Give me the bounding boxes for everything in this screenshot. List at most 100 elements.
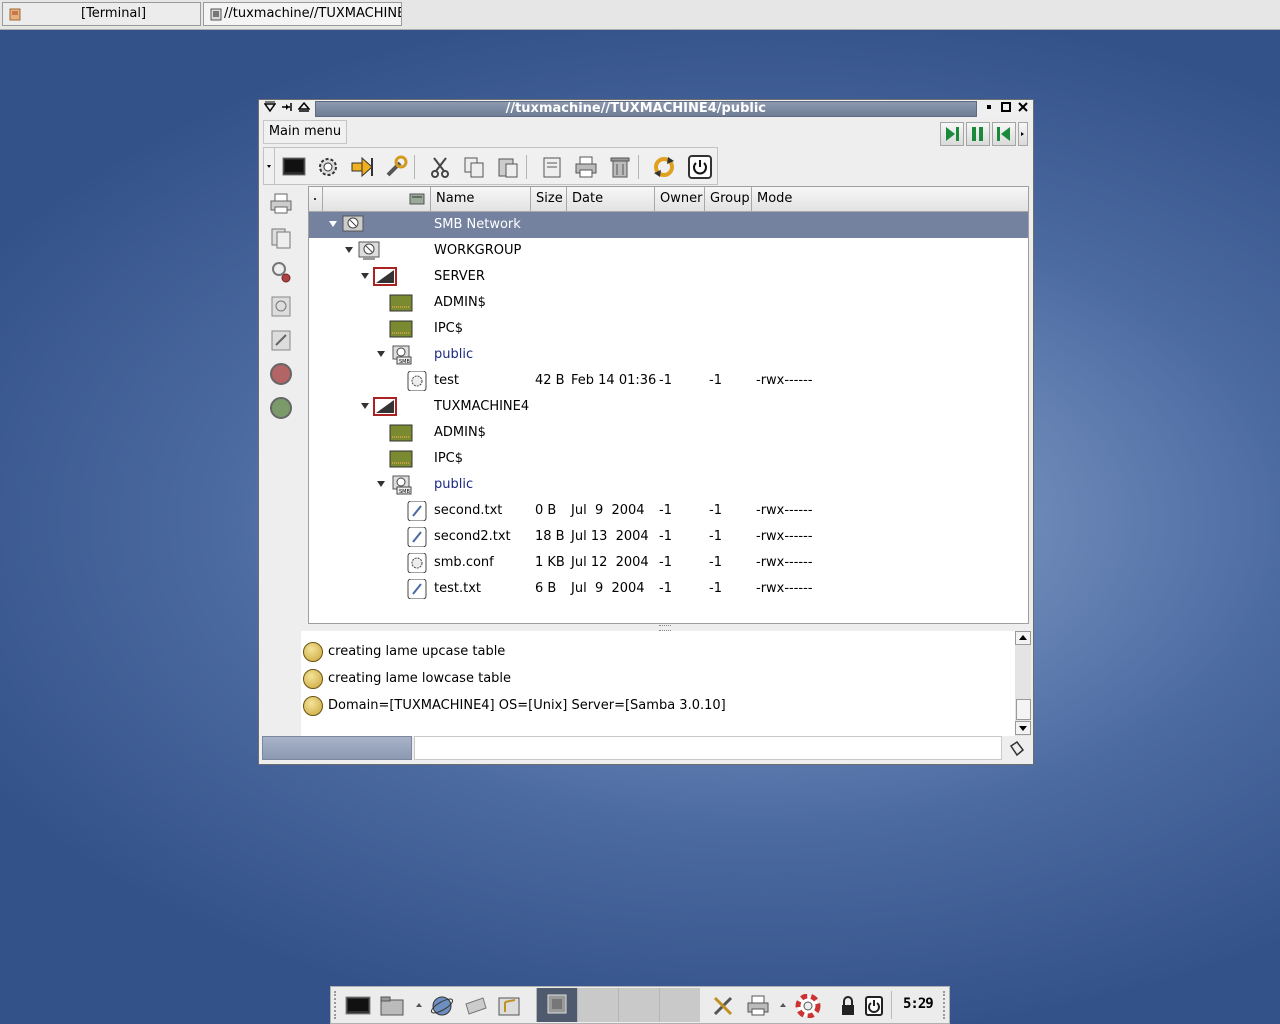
toolbar-handle[interactable] — [264, 148, 275, 184]
multimedia-icon[interactable] — [497, 994, 523, 1018]
shade-icon[interactable] — [296, 101, 312, 117]
paste-icon[interactable] — [496, 155, 520, 179]
media-more-button[interactable] — [1018, 122, 1028, 146]
taskbar-item-file-manager[interactable]: //tuxmachine//TUXMACHINE4/p — [203, 2, 402, 26]
main-menu-button[interactable]: Main menu — [263, 120, 347, 144]
printer-icon[interactable] — [745, 994, 771, 1018]
tree-row[interactable]: smb.conf 1 KB Jul 12 2004 -1 -1 -rwx------ — [309, 550, 1028, 576]
edit-document-icon[interactable] — [269, 328, 293, 352]
web-browser-icon[interactable] — [429, 994, 455, 1018]
column-icon[interactable] — [323, 187, 431, 211]
green-light-icon[interactable] — [269, 396, 293, 420]
log-scrollbar[interactable] — [1015, 631, 1031, 736]
taskbar-item-terminal[interactable]: [Terminal] — [2, 2, 201, 26]
cut-icon[interactable] — [428, 155, 452, 179]
folder-icon[interactable] — [379, 994, 405, 1018]
lock-screen-icon[interactable] — [835, 994, 861, 1018]
column-header-name[interactable]: Name — [431, 187, 531, 211]
text-file-icon — [405, 576, 429, 602]
search-tools-icon[interactable] — [269, 260, 293, 284]
pager-desktop-2[interactable] — [577, 988, 618, 1022]
printer-icon[interactable] — [269, 192, 293, 216]
expand-arrow-icon[interactable] — [377, 481, 385, 487]
dock-handle[interactable] — [334, 991, 339, 1019]
expand-arrow-icon[interactable] — [361, 403, 369, 409]
tree-row[interactable]: second.txt 0 B Jul 9 2004 -1 -1 -rwx------ — [309, 498, 1028, 524]
tree-row[interactable]: ADMIN$ — [309, 290, 1028, 316]
column-header-owner[interactable]: Owner — [655, 187, 705, 211]
red-light-icon[interactable] — [269, 362, 293, 386]
tree-row[interactable]: TUXMACHINE4 — [309, 394, 1028, 420]
pin-icon[interactable] — [279, 101, 295, 117]
tools-icon[interactable] — [711, 994, 737, 1018]
play-previous-button[interactable] — [992, 122, 1016, 146]
window-menu-icon[interactable] — [262, 101, 278, 117]
column-header-size[interactable]: Size — [531, 187, 567, 211]
pager-desktop-4[interactable] — [659, 988, 700, 1022]
minimize-icon[interactable] — [981, 101, 997, 117]
window-titlebar[interactable]: //tuxmachine//TUXMACHINE4/public — [259, 100, 1033, 118]
column-header-mode[interactable]: Mode — [752, 187, 1028, 211]
maximize-icon[interactable] — [998, 101, 1014, 117]
row-size: 6 B — [535, 581, 557, 596]
mail-icon[interactable] — [463, 994, 489, 1018]
column-expand-toggle[interactable] — [309, 187, 323, 211]
expand-arrow-icon[interactable] — [377, 351, 385, 357]
tree-row[interactable]: SMB public — [309, 342, 1028, 368]
row-group: -1 — [709, 529, 722, 544]
help-lifebuoy-icon[interactable] — [795, 994, 821, 1018]
scroll-up-icon[interactable] — [1015, 631, 1031, 645]
scroll-down-icon[interactable] — [1015, 721, 1031, 735]
expand-arrow-icon[interactable] — [345, 247, 353, 253]
row-owner: -1 — [659, 555, 672, 570]
go-forward-icon[interactable] — [350, 155, 374, 179]
row-name: TUXMACHINE4 — [434, 399, 530, 414]
power-icon[interactable] — [688, 155, 712, 179]
terminal-icon[interactable] — [282, 155, 306, 179]
tree-row[interactable]: WORKGROUP — [309, 238, 1028, 264]
scroll-thumb[interactable] — [1016, 699, 1031, 720]
dock-handle[interactable] — [943, 991, 948, 1019]
pause-button[interactable] — [966, 122, 990, 146]
command-input[interactable] — [414, 736, 1002, 760]
tree-row[interactable]: second2.txt 18 B Jul 13 2004 -1 -1 -rwx------ — [309, 524, 1028, 550]
tree-row[interactable]: IPC$ — [309, 446, 1028, 472]
copy-icon[interactable] — [462, 155, 486, 179]
row-group: -1 — [709, 503, 722, 518]
tree-row[interactable]: test.txt 6 B Jul 9 2004 -1 -1 -rwx------ — [309, 576, 1028, 602]
file-tree-view[interactable]: Name Size Date Owner Group Mode SMB Netw… — [308, 186, 1029, 624]
main-toolbar — [263, 147, 718, 185]
clock[interactable]: 5:29 — [903, 996, 934, 1012]
svg-text:SMB: SMB — [399, 359, 410, 365]
pager-desktop-1[interactable] — [536, 988, 577, 1022]
expand-arrow-icon[interactable] — [329, 221, 337, 227]
play-next-button[interactable] — [940, 122, 964, 146]
logout-icon[interactable] — [861, 994, 887, 1018]
wrench-icon[interactable] — [384, 155, 408, 179]
close-icon[interactable] — [1015, 101, 1031, 117]
properties-icon[interactable] — [540, 155, 564, 179]
column-header: Name Size Date Owner Group Mode — [309, 187, 1028, 212]
clear-icon[interactable] — [1008, 740, 1026, 758]
pager-desktop-3[interactable] — [618, 988, 659, 1022]
column-header-date[interactable]: Date — [567, 187, 655, 211]
smiley-icon — [303, 695, 323, 716]
trash-icon[interactable] — [608, 155, 632, 179]
gear-file-icon — [405, 550, 429, 576]
settings-gear-icon[interactable] — [316, 155, 340, 179]
print-icon[interactable] — [574, 155, 598, 179]
tree-row[interactable]: test 42 B Feb 14 01:36 -1 -1 -rwx------ — [309, 368, 1028, 394]
chevron-up-icon[interactable] — [779, 1001, 787, 1009]
expand-arrow-icon[interactable] — [361, 273, 369, 279]
tree-row[interactable]: SMB Network — [309, 212, 1028, 238]
documents-icon[interactable] — [269, 226, 293, 250]
tree-row[interactable]: ADMIN$ — [309, 420, 1028, 446]
tree-row[interactable]: IPC$ — [309, 316, 1028, 342]
chevron-up-icon[interactable] — [415, 1001, 423, 1009]
terminal-icon[interactable] — [345, 994, 371, 1018]
image-file-icon[interactable] — [269, 294, 293, 318]
refresh-icon[interactable] — [652, 155, 676, 179]
tree-row[interactable]: SERVER — [309, 264, 1028, 290]
column-header-group[interactable]: Group — [705, 187, 752, 211]
tree-row[interactable]: SMB public — [309, 472, 1028, 498]
